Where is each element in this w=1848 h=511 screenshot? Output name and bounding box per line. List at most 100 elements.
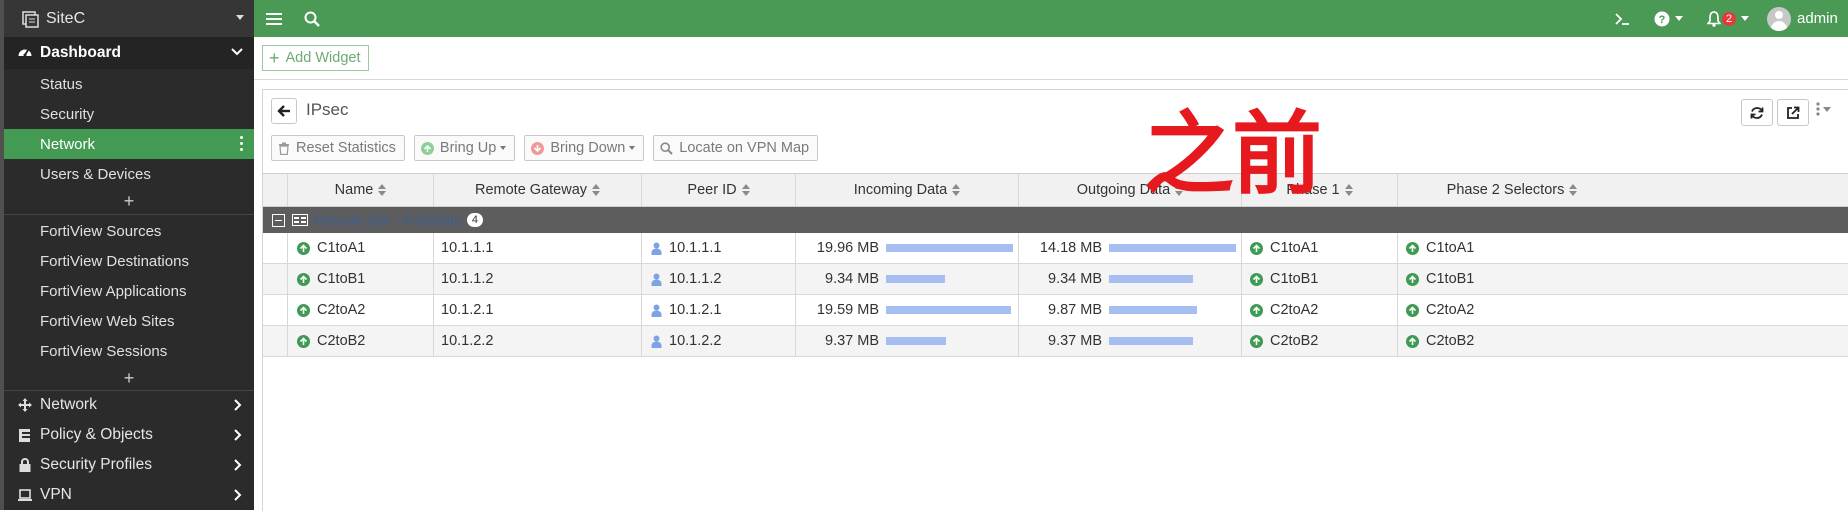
row-select-cell[interactable] xyxy=(263,264,288,294)
column-header-label: Peer ID xyxy=(687,182,737,198)
phase-1-value: C2toB2 xyxy=(1270,333,1319,349)
tunnel-name: C2toB2 xyxy=(317,333,366,349)
reset-statistics-button[interactable]: Reset Statistics xyxy=(271,135,405,161)
status-up-icon xyxy=(1406,303,1419,317)
remote-gateway-cell: 10.1.1.1 xyxy=(434,233,642,263)
table-row[interactable]: C1toA1 10.1.1.1 10.1.1.1 19.96 MB 14.18 MB C1… xyxy=(263,233,1848,264)
sidebar-item-fortiview-destinations[interactable]: FortiView Destinations xyxy=(4,246,254,276)
overlay-annotation-text: 之前 xyxy=(1144,102,1322,207)
search-icon[interactable] xyxy=(304,0,320,37)
user-icon xyxy=(651,304,662,317)
collapse-icon[interactable] xyxy=(272,213,285,227)
status-up-icon xyxy=(1250,334,1263,348)
incoming-data-bar xyxy=(886,337,946,345)
locate-on-vpn-map-label: Locate on VPN Map xyxy=(679,140,810,156)
phase-1-cell: C1toA1 xyxy=(1242,233,1398,263)
phase-1-cell: C1toB1 xyxy=(1242,264,1398,294)
row-select-cell[interactable] xyxy=(263,326,288,356)
widget-bar: + Add Widget xyxy=(254,37,1848,80)
divider xyxy=(4,214,254,215)
chevron-down-icon xyxy=(230,45,244,63)
sidebar-item-label: VPN xyxy=(40,486,72,503)
incoming-data-value: 19.59 MB xyxy=(816,302,879,318)
chevron-right-icon xyxy=(230,398,244,417)
add-widget-label: Add Widget xyxy=(285,50,361,66)
outgoing-data-cell: 9.87 MB xyxy=(1019,295,1242,325)
plus-icon: + xyxy=(269,48,280,68)
main-content: + Add Widget IPsec Reset Statistics Brin… xyxy=(254,37,1848,511)
column-header-phase-2-selectors[interactable]: Phase 2 Selectors xyxy=(1398,174,1626,206)
row-select-cell[interactable] xyxy=(263,295,288,325)
table-row[interactable]: C1toB1 10.1.1.2 10.1.1.2 9.34 MB 9.34 MB C1to… xyxy=(263,264,1848,295)
sidebar-item-fortiview-sources[interactable]: FortiView Sources xyxy=(4,216,254,246)
kebab-menu-icon[interactable] xyxy=(240,136,244,154)
incoming-data-cell: 19.96 MB xyxy=(796,233,1019,263)
user-menu[interactable]: admin xyxy=(1767,0,1838,37)
sidebar-item-dashboard[interactable]: Dashboard xyxy=(4,37,254,69)
bring-down-button[interactable]: Bring Down xyxy=(524,135,645,161)
site-icon xyxy=(20,9,40,29)
avatar xyxy=(1767,6,1791,31)
column-header-incoming-data[interactable]: Incoming Data xyxy=(796,174,1019,206)
sidebar-item-label: FortiView Sources xyxy=(40,222,162,240)
sidebar-item-label: Network xyxy=(40,135,96,153)
add-widget-button[interactable]: + Add Widget xyxy=(262,45,370,71)
widget-title: IPsec xyxy=(306,100,349,119)
locate-on-vpn-map-button[interactable]: Locate on VPN Map xyxy=(653,135,819,161)
sidebar-item-label: Network xyxy=(40,396,97,413)
outgoing-data-cell: 9.34 MB xyxy=(1019,264,1242,294)
bring-up-button[interactable]: Bring Up xyxy=(413,135,516,161)
peer-id-cell: 10.1.2.1 xyxy=(642,295,796,325)
sidebar-item-vpn[interactable]: VPN xyxy=(4,480,254,510)
name-cell: C1toB1 xyxy=(288,264,434,294)
add-dashboard-button[interactable]: + xyxy=(4,189,254,213)
refresh-button[interactable] xyxy=(1741,99,1773,126)
sidebar-item-status[interactable]: Status xyxy=(4,69,254,99)
site-selector[interactable]: SiteC xyxy=(4,0,254,37)
firewall-group-icon xyxy=(292,214,308,226)
table-row[interactable]: C2toB2 10.1.2.2 10.1.2.2 9.37 MB 9.37 MB C2to… xyxy=(263,326,1848,357)
expand-button[interactable] xyxy=(1777,99,1809,126)
cli-console-icon[interactable] xyxy=(1614,0,1630,37)
sidebar-item-users-devices[interactable]: Users & Devices xyxy=(4,159,254,189)
group-row[interactable]: Remote Site - FortiGate 4 xyxy=(263,207,1848,233)
name-cell: C1toA1 xyxy=(288,233,434,263)
notifications-menu[interactable]: 2 xyxy=(1707,0,1750,37)
column-header-remote-gateway[interactable]: Remote Gateway xyxy=(434,174,642,206)
outgoing-data-cell: 9.37 MB xyxy=(1019,326,1242,356)
sort-icon xyxy=(952,184,961,196)
peer-id-cell: 10.1.1.1 xyxy=(642,233,796,263)
top-bar: ? 2 admin xyxy=(254,0,1848,37)
sidebar-item-security-profiles[interactable]: Security Profiles xyxy=(4,450,254,480)
back-button[interactable] xyxy=(271,98,297,124)
add-fortiview-button[interactable]: + xyxy=(4,366,254,390)
phase-2-selectors-cell: C2toB2 xyxy=(1398,326,1626,356)
caret-down-icon xyxy=(1741,16,1750,21)
name-cell: C2toB2 xyxy=(288,326,434,356)
table-row[interactable]: C2toA2 10.1.2.1 10.1.2.1 19.59 MB 9.87 MB C2t… xyxy=(263,295,1848,326)
row-select-cell[interactable] xyxy=(263,233,288,263)
sidebar-item-fortiview-applications[interactable]: FortiView Applications xyxy=(4,276,254,306)
help-menu[interactable]: ? xyxy=(1654,0,1683,37)
user-icon xyxy=(651,242,662,255)
widget-options-menu[interactable] xyxy=(1816,102,1831,116)
sidebar-item-fortiview-web-sites[interactable]: FortiView Web Sites xyxy=(4,306,254,336)
user-icon xyxy=(651,335,662,348)
sidebar-item-label: Status xyxy=(40,75,83,93)
hamburger-menu-icon[interactable] xyxy=(266,0,282,37)
sidebar-item-label: FortiView Destinations xyxy=(40,252,189,270)
column-header-name[interactable]: Name xyxy=(288,174,434,206)
incoming-data-bar xyxy=(886,306,1011,314)
sidebar-item-network[interactable]: Network xyxy=(4,390,254,420)
sidebar-item-security[interactable]: Security xyxy=(4,99,254,129)
sidebar-item-fortiview-sessions[interactable]: FortiView Sessions xyxy=(4,336,254,366)
sort-icon xyxy=(1569,184,1578,196)
status-up-icon xyxy=(297,272,310,286)
sidebar-item-network-dashboard[interactable]: Network xyxy=(4,129,254,159)
outgoing-data-value: 14.18 MB xyxy=(1039,240,1102,256)
bell-icon xyxy=(1707,10,1721,27)
outgoing-data-bar xyxy=(1109,244,1236,252)
column-header-peer-id[interactable]: Peer ID xyxy=(642,174,796,206)
sidebar-item-policy-objects[interactable]: Policy & Objects xyxy=(4,420,254,450)
phase-1-value: C2toA2 xyxy=(1270,302,1319,318)
